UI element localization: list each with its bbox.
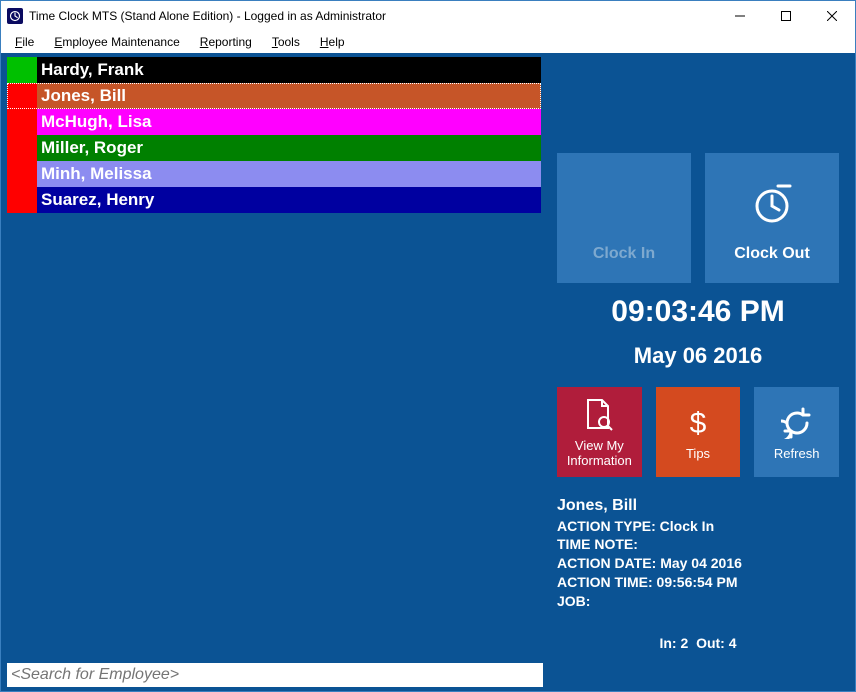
clock-out-button[interactable]: Clock Out (705, 153, 839, 283)
details-block: Jones, Bill ACTION TYPE: Clock In TIME N… (557, 495, 839, 611)
window-title: Time Clock MTS (Stand Alone Edition) - L… (29, 9, 717, 23)
menu-tools[interactable]: Tools (262, 33, 310, 51)
titlebar: Time Clock MTS (Stand Alone Edition) - L… (1, 1, 855, 31)
clock-out-icon (748, 173, 796, 235)
document-search-icon (584, 396, 614, 434)
refresh-icon (781, 404, 813, 442)
employee-row[interactable]: Minh, Melissa (7, 161, 541, 187)
svg-text:$: $ (690, 407, 707, 440)
right-panel: Clock In Clock Out 09:03:46 PM May 06 20… (541, 53, 855, 691)
tips-button[interactable]: $ Tips (656, 387, 741, 477)
view-my-info-button[interactable]: View My Information (557, 387, 642, 477)
employee-name: McHugh, Lisa (37, 109, 541, 135)
app-window: Time Clock MTS (Stand Alone Edition) - L… (0, 0, 856, 692)
clock-row: Clock In Clock Out (557, 153, 839, 283)
clock-in-button[interactable]: Clock In (557, 153, 691, 283)
window-controls (717, 1, 855, 31)
employee-status-swatch (7, 135, 37, 161)
tips-label: Tips (686, 446, 710, 461)
in-out-counts: In: 2 Out: 4 (557, 635, 839, 651)
maximize-icon (781, 11, 791, 21)
menu-employee-maintenance[interactable]: Employee Maintenance (44, 33, 189, 51)
current-date: May 06 2016 (557, 343, 839, 369)
detail-time-note: TIME NOTE: (557, 535, 839, 554)
action-tiles: View My Information $ Tips Refresh (557, 387, 839, 477)
employee-name: Miller, Roger (37, 135, 541, 161)
app-icon (7, 8, 23, 24)
menu-file[interactable]: File (5, 33, 44, 51)
employee-row[interactable]: Miller, Roger (7, 135, 541, 161)
employee-status-swatch (7, 57, 37, 83)
clock-out-label: Clock Out (734, 245, 810, 263)
menubar: File Employee Maintenance Reporting Tool… (1, 31, 855, 53)
employee-row[interactable]: Suarez, Henry (7, 187, 541, 213)
minimize-icon (735, 11, 745, 21)
detail-action-date: ACTION DATE: May 04 2016 (557, 554, 839, 573)
dollar-icon: $ (688, 404, 708, 442)
employee-status-swatch (7, 109, 37, 135)
clock-in-label: Clock In (593, 245, 655, 263)
employee-status-swatch (7, 83, 37, 109)
employee-row[interactable]: McHugh, Lisa (7, 109, 541, 135)
employee-name: Suarez, Henry (37, 187, 541, 213)
detail-job: JOB: (557, 592, 839, 611)
refresh-label: Refresh (774, 446, 820, 461)
close-button[interactable] (809, 1, 855, 31)
employee-row[interactable]: Hardy, Frank (7, 57, 541, 83)
detail-action-time: ACTION TIME: 09:56:54 PM (557, 573, 839, 592)
employee-row[interactable]: Jones, Bill (7, 83, 541, 109)
current-time: 09:03:46 PM (557, 295, 839, 329)
maximize-button[interactable] (763, 1, 809, 31)
employee-status-swatch (7, 187, 37, 213)
employee-name: Minh, Melissa (37, 161, 541, 187)
search-input[interactable] (7, 663, 543, 687)
content-area: Hardy, FrankJones, BillMcHugh, LisaMille… (1, 53, 855, 691)
employee-name: Jones, Bill (37, 83, 541, 109)
detail-action-type: ACTION TYPE: Clock In (557, 517, 839, 536)
search-wrap (7, 663, 543, 687)
close-icon (827, 11, 837, 21)
minimize-button[interactable] (717, 1, 763, 31)
employee-panel: Hardy, FrankJones, BillMcHugh, LisaMille… (1, 53, 541, 691)
menu-reporting[interactable]: Reporting (190, 33, 262, 51)
employee-list: Hardy, FrankJones, BillMcHugh, LisaMille… (7, 57, 541, 213)
refresh-button[interactable]: Refresh (754, 387, 839, 477)
menu-help[interactable]: Help (310, 33, 355, 51)
detail-name: Jones, Bill (557, 495, 839, 517)
employee-status-swatch (7, 161, 37, 187)
view-my-info-label: View My Information (557, 438, 642, 468)
employee-name: Hardy, Frank (37, 57, 541, 83)
